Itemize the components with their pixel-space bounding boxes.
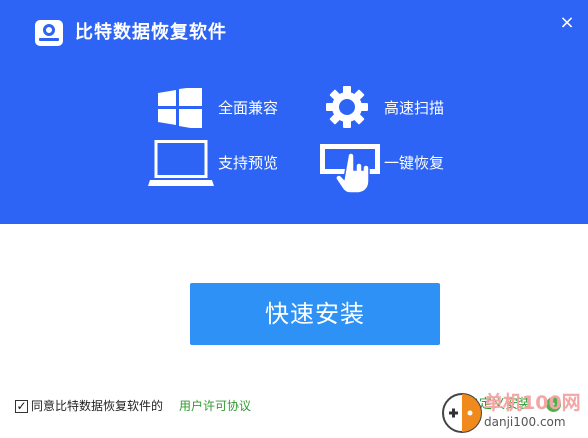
feature-label-preview: 支持预览: [218, 154, 279, 172]
feature-label-one-click-recovery: 一键恢复: [384, 154, 445, 172]
watermark-logo-icon: [442, 393, 482, 433]
feature-label-compatibility: 全面兼容: [218, 99, 279, 117]
close-button[interactable]: ×: [556, 12, 578, 34]
feature-label-fast-scan: 高速扫描: [384, 99, 445, 117]
quick-install-button[interactable]: 快速安装: [190, 283, 440, 345]
agree-checkbox[interactable]: ✓: [15, 400, 28, 413]
gear-icon: [326, 86, 368, 128]
watermark: 单机100网 danji100.com: [436, 390, 586, 436]
watermark-title: 单机100网: [484, 392, 581, 414]
hand-click-icon: [320, 144, 380, 194]
windows-icon: [158, 88, 202, 128]
license-agreement-link[interactable]: 用户许可协议: [179, 398, 251, 415]
watermark-url: danji100.com: [484, 415, 566, 429]
agree-label: 同意比特数据恢复软件的: [31, 399, 164, 413]
window-title: 比特数据恢复软件: [75, 22, 227, 43]
laptop-icon: [148, 140, 214, 186]
header-banner: 比特数据恢复软件 × 全面兼容 高速扫描 支持预览 一键恢复: [0, 0, 588, 224]
app-logo-icon: [35, 20, 63, 46]
